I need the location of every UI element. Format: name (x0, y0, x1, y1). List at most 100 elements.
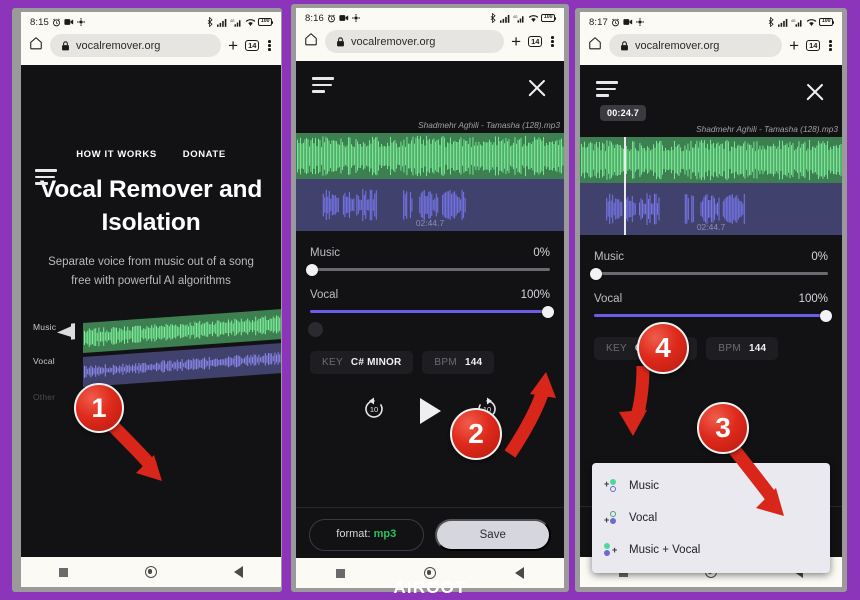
track-filename: Shadmehr Aghili - Tamasha (128).mp3 (418, 120, 560, 130)
wifi-icon (245, 18, 256, 27)
recents-icon[interactable] (59, 567, 69, 577)
home-icon[interactable] (29, 36, 43, 55)
slider-vocal[interactable]: Vocal 100% (308, 289, 554, 337)
status-time: 8:16 (305, 12, 324, 24)
slider-knob-vocal[interactable] (541, 305, 554, 318)
step-badge-4: 4 (637, 322, 689, 374)
action-bar-2: format: mp3 Save (296, 507, 564, 551)
step-number: 4 (655, 332, 671, 363)
music-vocal-stem-icon: + (604, 543, 621, 557)
url-text: vocalremover.org (351, 35, 436, 48)
slider-music[interactable]: Music 0% (306, 247, 550, 276)
step-badge-2: 2 (450, 408, 502, 460)
playhead-cursor[interactable] (624, 137, 626, 183)
step-badge-1: 1 (74, 383, 124, 433)
slider-track-vocal[interactable] (310, 305, 554, 318)
svg-text:10: 10 (369, 405, 377, 414)
slider-track-music[interactable] (590, 267, 828, 280)
bluetooth-icon (768, 17, 775, 27)
save-button[interactable]: Save (434, 519, 551, 551)
overflow-menu-icon[interactable] (266, 40, 273, 51)
slider-value-vocal: 100% (798, 293, 828, 305)
tab-count-button[interactable]: 14 (245, 39, 260, 52)
gear-icon (76, 18, 85, 26)
track-filename: Shadmehr Aghili - Tamasha (128).mp3 (696, 124, 838, 134)
slider-track-vocal[interactable] (594, 309, 832, 322)
url-text: vocalremover.org (635, 39, 720, 52)
play-icon[interactable] (419, 397, 441, 424)
hamburger-menu-icon[interactable] (596, 81, 618, 97)
home-icon[interactable] (304, 32, 318, 51)
waveform-music-3[interactable] (580, 137, 842, 183)
slider-knob-music[interactable] (590, 267, 603, 280)
new-tab-icon[interactable]: + (228, 37, 238, 54)
track-label-music: Music (33, 321, 57, 332)
editor-header-2: Shadmehr Aghili - Tamasha (128).mp3 (296, 61, 564, 133)
lock-icon (336, 36, 345, 47)
video-camera-icon (623, 18, 633, 26)
format-selector[interactable]: format: mp3 (309, 519, 424, 551)
address-bar[interactable]: vocalremover.org (325, 30, 505, 53)
address-bar[interactable]: vocalremover.org (50, 34, 222, 57)
overflow-menu-icon[interactable] (549, 36, 556, 47)
slider-knob-vocal[interactable] (819, 309, 832, 322)
rewind-10-icon[interactable]: 10 (362, 396, 386, 425)
bluetooth-icon (207, 17, 214, 27)
page-title: Vocal Remover and Isolation (39, 176, 263, 236)
url-text: vocalremover.org (76, 39, 161, 52)
mix-sliders-2: Music 0% Vocal 100% (296, 231, 564, 337)
nav-item-donate[interactable]: DONATE (183, 149, 226, 160)
editor-header-3: 00:24.7 Shadmehr Aghili - Tamasha (128).… (580, 65, 842, 137)
lock-icon (61, 40, 70, 51)
hamburger-menu-icon[interactable] (312, 77, 334, 93)
close-icon[interactable] (804, 81, 826, 103)
slider-track-music[interactable] (306, 263, 550, 276)
slider-value-music: 0% (533, 247, 550, 259)
nav-item-how-it-works[interactable]: HOW IT WORKS (76, 149, 157, 160)
slider-value-music: 0% (811, 251, 828, 263)
slider-vocal[interactable]: Vocal 100% (594, 293, 832, 322)
battery-indicator: 100 (819, 17, 834, 27)
hamburger-menu-icon[interactable] (35, 169, 57, 185)
waveform-music-2[interactable] (296, 133, 564, 179)
back-icon[interactable] (233, 566, 243, 578)
tab-count-button[interactable]: 14 (528, 35, 543, 48)
step-badge-3: 3 (697, 402, 749, 454)
browser-chrome-2: 8:16 4G 100 vocalremover.org + 14 (296, 8, 564, 61)
close-icon[interactable] (526, 77, 548, 99)
new-tab-icon[interactable]: + (789, 37, 799, 54)
home-nav-icon[interactable] (144, 566, 157, 578)
bpm-chip: BPM 144 (706, 337, 779, 360)
dropdown-item-music-vocal[interactable]: + Music + Vocal (592, 534, 830, 566)
waveform-duration: 02:44.7 (415, 218, 445, 228)
playhead-cursor-2[interactable] (624, 183, 626, 235)
signal-bars-icon-2: 4G (513, 14, 525, 23)
slider-music[interactable]: Music 0% (590, 251, 828, 280)
status-bar-3: 8:17 4G 100 (580, 12, 842, 30)
address-bar[interactable]: vocalremover.org (609, 34, 783, 57)
key-chip-value: C# MINOR (350, 357, 402, 368)
browser-chrome-1: 8:15 4G 100 vocalremover.org + 14 (21, 12, 281, 65)
alarm-icon (52, 18, 61, 27)
overflow-menu-icon[interactable] (827, 40, 834, 51)
home-icon[interactable] (588, 36, 602, 55)
key-chip-label: KEY (606, 343, 627, 354)
waveform-vocal-3[interactable]: 02:44.7 (580, 183, 842, 235)
pointer-arrow-illustration (57, 325, 73, 339)
tab-count-button[interactable]: 14 (806, 39, 821, 52)
waveform-vocal-2[interactable]: 02:44.7 (296, 179, 564, 231)
waveform-duration: 02:44.7 (696, 222, 726, 232)
music-stem-icon: + (604, 479, 621, 493)
slider-label-music: Music (310, 247, 341, 259)
recents-icon[interactable] (335, 568, 345, 578)
browser-chrome-3: 8:17 4G 100 vocalremover.org + 14 (580, 12, 842, 65)
page-content-2: Shadmehr Aghili - Tamasha (128).mp3 02:4… (296, 61, 564, 581)
lock-icon (620, 40, 629, 51)
slider-knob-music[interactable] (306, 263, 319, 276)
status-time: 8:15 (30, 16, 49, 28)
track-label-vocal: Vocal (33, 355, 55, 366)
new-tab-icon[interactable]: + (511, 33, 521, 50)
slider-label-music: Music (594, 251, 625, 263)
svg-text:4G: 4G (513, 15, 518, 19)
slider-knob-other[interactable] (308, 322, 323, 337)
